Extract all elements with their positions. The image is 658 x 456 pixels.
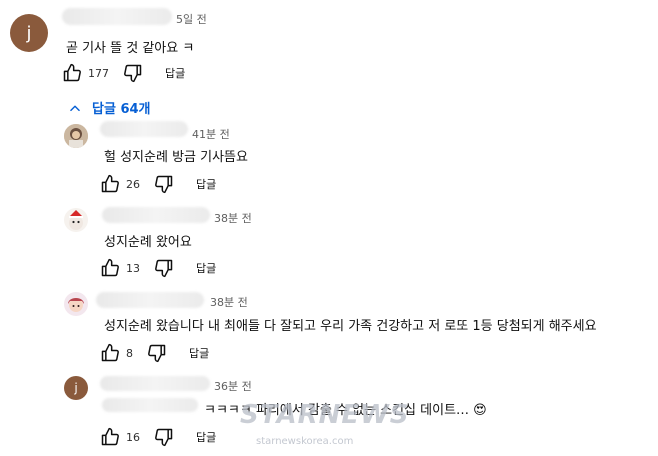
- reply-time[interactable]: 41분 전: [192, 126, 230, 142]
- avatar[interactable]: j: [10, 14, 48, 52]
- username-redacted[interactable]: [102, 207, 210, 223]
- thumbs-down-icon: [148, 344, 166, 363]
- thumbs-up-icon: [101, 258, 119, 277]
- thumbs-up-icon: [63, 63, 81, 82]
- reply-time[interactable]: 36분 전: [214, 378, 252, 394]
- like-count: 8: [126, 346, 133, 360]
- username-redacted[interactable]: [100, 376, 210, 391]
- dislike-button[interactable]: [123, 63, 143, 83]
- thumbs-down-icon: [155, 259, 173, 278]
- reply-actions: 8 답글: [100, 342, 209, 364]
- avatar[interactable]: [64, 208, 88, 232]
- reply-button[interactable]: 답글: [165, 65, 185, 81]
- dislike-button[interactable]: [154, 258, 174, 278]
- mention-redacted: [102, 398, 198, 412]
- like-count: 26: [126, 177, 140, 191]
- reply-time[interactable]: 38분 전: [214, 210, 252, 226]
- thumbs-up-icon: [101, 174, 119, 193]
- watermark-url: starnewskorea.com: [256, 436, 354, 447]
- chevron-up-icon: [70, 105, 80, 111]
- starnews-watermark: STARNEWS: [240, 400, 410, 430]
- like-count: 13: [126, 261, 140, 275]
- avatar[interactable]: j: [64, 376, 88, 400]
- reply-button[interactable]: 답글: [196, 176, 216, 192]
- thumbs-down-icon: [124, 64, 142, 83]
- like-button[interactable]: [100, 343, 120, 363]
- like-count: 177: [88, 66, 109, 80]
- reply-actions: 13 답글: [100, 257, 216, 279]
- like-button[interactable]: [100, 258, 120, 278]
- reply-actions: 16 답글: [100, 426, 216, 448]
- dislike-button[interactable]: [147, 343, 167, 363]
- replies-toggle-button[interactable]: 답글 64개: [68, 98, 151, 117]
- comment-time[interactable]: 5일 전: [176, 11, 207, 27]
- thumbs-up-icon: [101, 343, 119, 362]
- reply-actions: 26 답글: [100, 173, 216, 195]
- like-button[interactable]: [100, 427, 120, 447]
- dislike-button[interactable]: [154, 174, 174, 194]
- like-count: 16: [126, 430, 140, 444]
- like-button[interactable]: [62, 63, 82, 83]
- thumbs-up-icon: [101, 427, 119, 446]
- replies-count-label: 답글 64개: [92, 102, 151, 117]
- avatar[interactable]: [64, 292, 88, 316]
- username-redacted[interactable]: [62, 8, 172, 25]
- thumbs-down-icon: [155, 428, 173, 447]
- reply-text: 헐 성지순례 방금 기사뜸요: [104, 150, 248, 165]
- thumbs-down-icon: [155, 175, 173, 194]
- username-redacted[interactable]: [100, 121, 188, 137]
- reply-button[interactable]: 답글: [189, 345, 209, 361]
- comment-text: 곧 기사 뜰 것 같아요 ㅋ: [66, 41, 195, 56]
- dislike-button[interactable]: [154, 427, 174, 447]
- reply-button[interactable]: 답글: [196, 260, 216, 276]
- reply-text: 성지순례 왔어요: [104, 235, 192, 250]
- comment-actions: 177 답글: [62, 62, 185, 84]
- reply-text: 성지순례 왔습니다 내 최애들 다 잘되고 우리 가족 건강하고 저 로또 1등…: [104, 319, 597, 334]
- reply-time[interactable]: 38분 전: [210, 294, 248, 310]
- username-redacted[interactable]: [96, 292, 204, 308]
- like-button[interactable]: [100, 174, 120, 194]
- avatar[interactable]: [64, 124, 88, 148]
- reply-button[interactable]: 답글: [196, 429, 216, 445]
